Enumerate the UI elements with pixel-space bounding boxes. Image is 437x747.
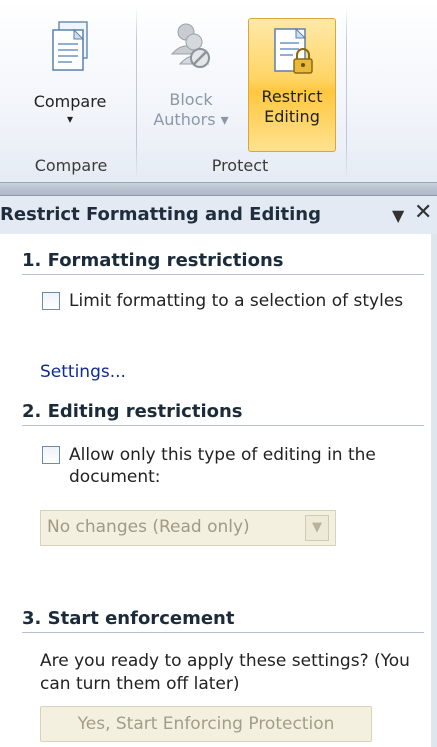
chevron-down-icon[interactable]: ▼ <box>305 515 329 541</box>
allow-editing-option[interactable]: Allow only this type of editing in the d… <box>42 444 422 492</box>
section-heading-editing: 2. Editing restrictions <box>22 401 424 426</box>
ribbon: Compare ▾ Block Authors ▾ Restrict Editi… <box>0 0 437 186</box>
block-authors-button[interactable]: Block Authors ▾ <box>140 20 242 132</box>
section-heading-formatting: 1. Formatting restrictions <box>22 250 424 275</box>
document-compare-icon <box>52 21 88 71</box>
block-authors-label-2: Authors ▾ <box>153 110 229 129</box>
limit-formatting-option[interactable]: Limit formatting to a selection of style… <box>42 290 422 338</box>
start-enforcing-button[interactable]: Yes, Start Enforcing Protection <box>40 706 372 742</box>
compare-button-label: Compare <box>33 92 107 111</box>
editing-type-value: No changes (Read only) <box>47 517 250 537</box>
block-authors-icon <box>170 23 210 68</box>
settings-link[interactable]: Settings... <box>40 362 126 382</box>
limit-formatting-label: Limit formatting to a selection of style… <box>69 291 404 311</box>
restrict-editing-label-2: Editing <box>264 107 320 126</box>
editing-type-select[interactable]: No changes (Read only) ▼ <box>40 510 336 546</box>
restrict-editing-pane: Restrict Formatting and Editing ▼ ✕ 1. F… <box>0 196 437 747</box>
pane-menu-dropdown-icon[interactable]: ▼ <box>392 206 404 225</box>
restrict-editing-button[interactable]: Restrict Editing <box>248 18 336 152</box>
limit-formatting-checkbox[interactable] <box>42 292 60 310</box>
pane-title: Restrict Formatting and Editing <box>0 204 321 225</box>
section-heading-enforcement: 3. Start enforcement <box>22 608 424 633</box>
group-label-protect: Protect <box>211 156 269 175</box>
group-divider <box>136 6 137 180</box>
compare-dropdown-arrow: ▾ <box>66 112 74 126</box>
allow-editing-label: Allow only this type of editing in the d… <box>69 445 376 487</box>
block-authors-label-1: Block <box>169 90 213 109</box>
enforcement-prompt: Are you ready to apply these settings? (… <box>40 651 410 694</box>
group-divider <box>346 6 347 180</box>
pane-header: Restrict Formatting and Editing ▼ ✕ <box>0 196 437 234</box>
group-label-compare: Compare <box>34 156 108 175</box>
restrict-editing-label-1: Restrict <box>261 87 323 106</box>
close-icon[interactable]: ✕ <box>414 202 432 224</box>
document-lock-icon <box>274 27 313 74</box>
pane-splitter[interactable] <box>0 182 437 196</box>
allow-editing-checkbox[interactable] <box>42 446 60 464</box>
compare-button[interactable]: Compare ▾ <box>20 20 120 132</box>
